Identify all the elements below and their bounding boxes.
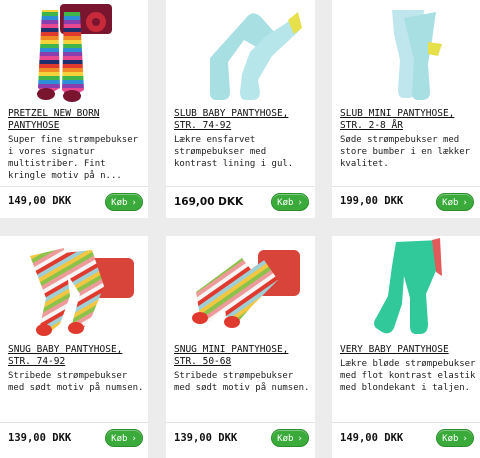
product-description: Lækre ensfarvet strømpebukser med kontra… <box>174 135 294 169</box>
product-title[interactable]: SNUG BABY PANTYHOSE, STR. 74-92 <box>8 344 144 368</box>
divider <box>0 186 148 187</box>
chevron-right-icon: › <box>462 434 468 444</box>
product-card: VERY BABY PANTYHOSE Lækre bløde strømpeb… <box>332 236 480 458</box>
divider <box>0 422 148 423</box>
chevron-right-icon: › <box>297 198 303 208</box>
product-description: Stribede strømpebukser med sødt motiv på… <box>8 371 144 393</box>
buy-button[interactable]: Køb › <box>436 429 474 447</box>
divider <box>166 422 315 423</box>
product-image[interactable] <box>332 0 480 104</box>
product-card: SLUB MINI PANTYHOSE, STR. 2-8 ÅR Søde st… <box>332 0 480 218</box>
product-price: 199,00 DKK <box>340 195 404 207</box>
buy-button-label: Køb <box>442 434 459 444</box>
buy-button[interactable]: Køb › <box>105 193 143 211</box>
product-price: 139,00 DKK <box>8 432 72 444</box>
buy-button[interactable]: Køb › <box>436 193 474 211</box>
product-image[interactable] <box>0 0 148 104</box>
chevron-right-icon: › <box>462 198 468 208</box>
product-title[interactable]: SLUB MINI PANTYHOSE, STR. 2-8 ÅR <box>340 108 476 132</box>
product-card: SNUG MINI PANTYHOSE, STR. 50-68 Stribede… <box>166 236 315 458</box>
product-description: Super fine strømpebukser i vores signatu… <box>8 135 139 181</box>
product-image[interactable] <box>166 0 315 104</box>
product-image[interactable] <box>332 236 480 340</box>
product-description: Stribede strømpebukser med sødt motiv på… <box>174 371 310 393</box>
product-price: 139,00 DKK <box>174 432 238 444</box>
divider <box>332 186 480 187</box>
product-price: 169,00 DKK <box>174 196 244 208</box>
product-title[interactable]: SNUG MINI PANTYHOSE, STR. 50-68 <box>174 344 311 368</box>
product-price: 149,00 DKK <box>340 432 404 444</box>
buy-button-label: Køb <box>442 198 459 208</box>
divider <box>166 186 315 187</box>
product-description: Søde strømpebukser med store bumber i en… <box>340 135 471 169</box>
buy-button[interactable]: Køb › <box>271 429 309 447</box>
product-title[interactable]: VERY BABY PANTYHOSE <box>340 344 476 356</box>
product-card: SNUG BABY PANTYHOSE, STR. 74-92 Stribede… <box>0 236 148 458</box>
product-price: 149,00 DKK <box>8 195 72 207</box>
buy-button[interactable]: Køb › <box>105 429 143 447</box>
product-image[interactable] <box>166 236 315 340</box>
buy-button-label: Køb <box>277 434 294 444</box>
product-card: PRETZEL NEW BORN PANTYHOSE Super fine st… <box>0 0 148 218</box>
buy-button-label: Køb <box>277 198 294 208</box>
product-image[interactable] <box>0 236 148 340</box>
product-card: SLUB BABY PANTYHOSE, STR. 74-92 Lækre en… <box>166 0 315 218</box>
buy-button[interactable]: Køb › <box>271 193 309 211</box>
chevron-right-icon: › <box>131 434 137 444</box>
product-description: Lækre bløde strømpebukser med flot kontr… <box>340 359 476 393</box>
buy-button-label: Køb <box>111 434 128 444</box>
chevron-right-icon: › <box>131 198 137 208</box>
chevron-right-icon: › <box>297 434 303 444</box>
product-title[interactable]: PRETZEL NEW BORN PANTYHOSE <box>8 108 144 132</box>
divider <box>332 422 480 423</box>
product-title[interactable]: SLUB BABY PANTYHOSE, STR. 74-92 <box>174 108 311 132</box>
buy-button-label: Køb <box>111 198 128 208</box>
